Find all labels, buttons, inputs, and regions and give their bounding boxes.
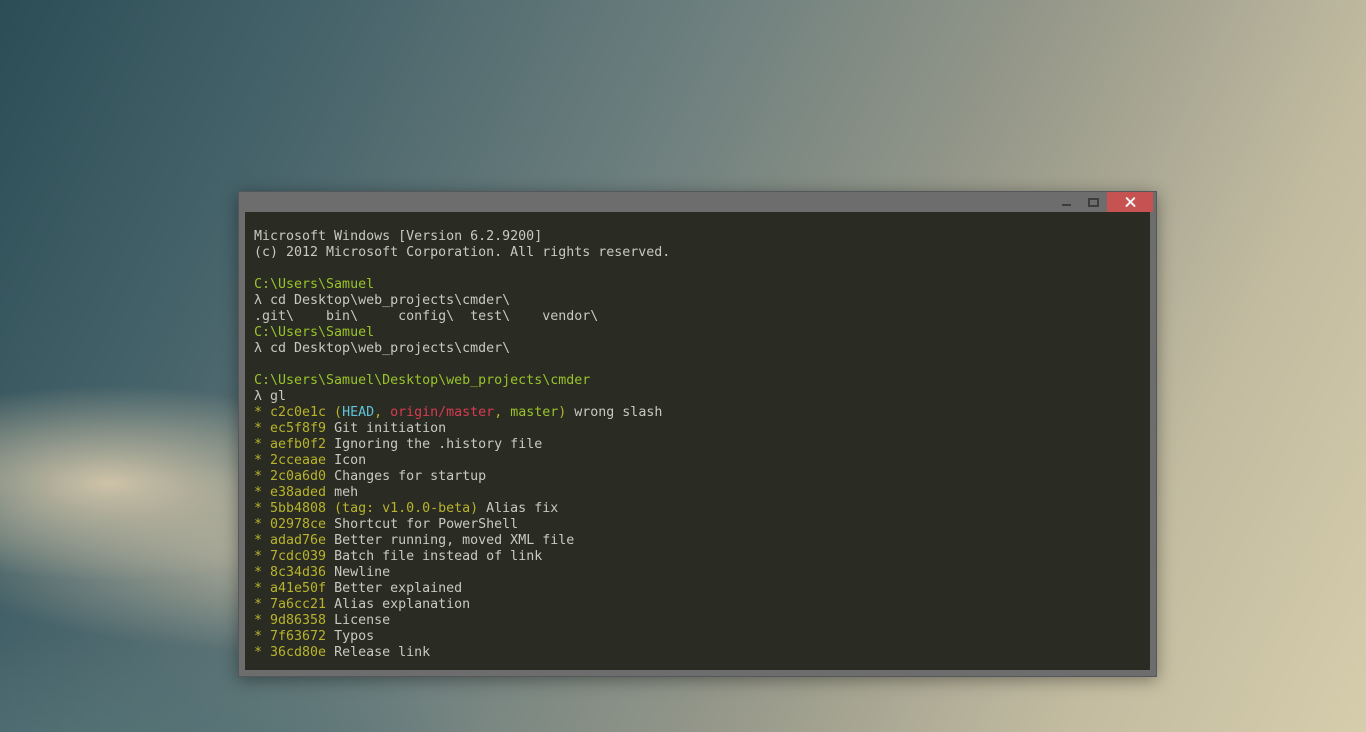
close-icon (1124, 196, 1137, 209)
terminal-text-segment: * ec5f8f9 (254, 421, 326, 436)
terminal-text-segment: * 7a6cc21 (254, 597, 326, 612)
terminal-text-segment: .git\ bin\ config\ test\ vendor\ (254, 309, 598, 324)
terminal-line (254, 357, 1141, 373)
terminal-text-segment: Alias explanation (326, 597, 470, 612)
terminal-line: * 8c34d36 Newline (254, 565, 1141, 581)
terminal-line: * 7cdc039 Batch file instead of link (254, 549, 1141, 565)
terminal-line: * 2cceaae Icon (254, 453, 1141, 469)
terminal-text-segment: * 8c34d36 (254, 565, 326, 580)
terminal-text-segment: * 2c0a6d0 (254, 469, 326, 484)
window-titlebar[interactable] (239, 192, 1156, 212)
terminal-line: * 2c0a6d0 Changes for startup (254, 469, 1141, 485)
maximize-icon (1088, 198, 1099, 207)
terminal-text-segment: * 02978ce (254, 517, 326, 532)
terminal-text-segment: * 2cceaae (254, 453, 326, 468)
terminal-text-segment: * 9d86358 (254, 613, 326, 628)
terminal-text-segment: * 7f63672 (254, 629, 326, 644)
terminal-text-segment: Shortcut for PowerShell (326, 517, 518, 532)
terminal-line: C:\Users\Samuel (254, 277, 1141, 293)
terminal-text-segment: wrong slash (566, 405, 662, 420)
terminal-text-segment: Microsoft Windows [Version 6.2.9200] (254, 229, 542, 244)
terminal-text-segment: Batch file instead of link (326, 549, 542, 564)
terminal-text-segment: Ignoring the .history file (326, 437, 542, 452)
terminal-line: λ cd Desktop\web_projects\cmder\ (254, 293, 1141, 309)
terminal-text-segment: (c) 2012 Microsoft Corporation. All righ… (254, 245, 670, 260)
terminal-line: * 5bb4808 (tag: v1.0.0-beta) Alias fix (254, 501, 1141, 517)
terminal-text-segment: * c2c0e1c ( (254, 405, 342, 420)
terminal-text-segment: HEAD (342, 405, 374, 420)
terminal-text-segment: Typos (326, 629, 374, 644)
terminal-line: * a41e50f Better explained (254, 581, 1141, 597)
terminal-text-segment: * adad76e (254, 533, 326, 548)
terminal-text-segment: , (494, 405, 510, 420)
terminal-text-segment: , (374, 405, 390, 420)
terminal-text-segment: * aefb0f2 (254, 437, 326, 452)
terminal-text-segment: C:\Users\Samuel (254, 325, 374, 340)
terminal-text-segment: Git initiation (326, 421, 446, 436)
terminal-line: C:\Users\Samuel\Desktop\web_projects\cmd… (254, 373, 1141, 389)
terminal-line: λ cd Desktop\web_projects\cmder\ (254, 341, 1141, 357)
terminal-text-segment: master (510, 405, 558, 420)
terminal-line: * c2c0e1c (HEAD, origin/master, master) … (254, 405, 1141, 421)
terminal-line: * 36cd80e Release link (254, 645, 1141, 661)
terminal-text-segment: C:\Users\Samuel (254, 277, 374, 292)
terminal-output[interactable]: Microsoft Windows [Version 6.2.9200](c) … (245, 212, 1150, 670)
terminal-text-segment: Better explained (326, 581, 462, 596)
terminal-line: * 7a6cc21 Alias explanation (254, 597, 1141, 613)
terminal-line: * 7f63672 Typos (254, 629, 1141, 645)
terminal-line: .git\ bin\ config\ test\ vendor\ (254, 309, 1141, 325)
terminal-text-segment: λ cd Desktop\web_projects\cmder\ (254, 293, 510, 308)
terminal-text-segment: Changes for startup (326, 469, 486, 484)
terminal-text-segment: License (326, 613, 390, 628)
terminal-text-segment: * e38aded (254, 485, 326, 500)
terminal-text-segment: meh (326, 485, 358, 500)
terminal-text-segment: Newline (326, 565, 390, 580)
terminal-line: (c) 2012 Microsoft Corporation. All righ… (254, 245, 1141, 261)
terminal-text-segment: C:\Users\Samuel\Desktop\web_projects\cmd… (254, 373, 590, 388)
desktop-background: Microsoft Windows [Version 6.2.9200](c) … (0, 0, 1366, 732)
terminal-window: Microsoft Windows [Version 6.2.9200](c) … (238, 191, 1157, 677)
minimize-icon (1062, 204, 1071, 206)
terminal-text-segment: Icon (326, 453, 366, 468)
maximize-button[interactable] (1080, 192, 1107, 212)
terminal-text-segment: λ gl (254, 389, 286, 404)
close-button[interactable] (1107, 192, 1153, 212)
terminal-line: * e38aded meh (254, 485, 1141, 501)
terminal-text-segment: Release link (326, 645, 430, 660)
terminal-line: * adad76e Better running, moved XML file (254, 533, 1141, 549)
terminal-text-segment: * 7cdc039 (254, 549, 326, 564)
terminal-text-segment: origin/master (390, 405, 494, 420)
terminal-line: * 9d86358 License (254, 613, 1141, 629)
terminal-text-segment: Better running, moved XML file (326, 533, 574, 548)
terminal-text-segment: * 5bb4808 (tag: v1.0.0-beta) (254, 501, 478, 516)
terminal-line (254, 261, 1141, 277)
minimize-button[interactable] (1053, 192, 1080, 212)
terminal-line: Microsoft Windows [Version 6.2.9200] (254, 229, 1141, 245)
terminal-text-segment: Alias fix (478, 501, 558, 516)
terminal-line: * ec5f8f9 Git initiation (254, 421, 1141, 437)
terminal-line: λ gl (254, 389, 1141, 405)
terminal-text-segment: λ cd Desktop\web_projects\cmder\ (254, 341, 510, 356)
terminal-text-segment: * 36cd80e (254, 645, 326, 660)
terminal-line: C:\Users\Samuel (254, 325, 1141, 341)
terminal-text-segment: * a41e50f (254, 581, 326, 596)
terminal-line: * 02978ce Shortcut for PowerShell (254, 517, 1141, 533)
terminal-line: * aefb0f2 Ignoring the .history file (254, 437, 1141, 453)
